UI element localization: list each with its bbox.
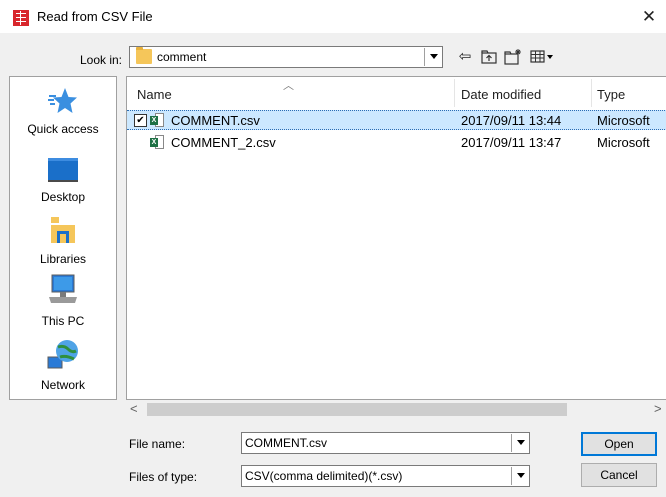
libraries-icon <box>51 217 75 243</box>
up-folder-icon[interactable] <box>478 46 500 68</box>
file-row[interactable]: ✔ X COMMENT.csv 2017/09/11 13:44 Microso… <box>127 110 666 130</box>
scroll-left-icon[interactable]: < <box>130 401 138 416</box>
network-icon <box>47 340 78 369</box>
file-row[interactable]: X COMMENT_2.csv 2017/09/11 13:47 Microso… <box>127 133 666 153</box>
title-bar: Read from CSV File ✕ <box>0 0 666 33</box>
place-label: Network <box>40 378 85 392</box>
file-type-label: Files of type: <box>129 470 198 484</box>
new-folder-icon[interactable] <box>502 46 524 68</box>
look-in-value: comment <box>157 50 207 64</box>
desktop-icon <box>48 158 78 182</box>
computer-icon <box>49 274 77 303</box>
file-name: COMMENT_2.csv <box>171 135 276 150</box>
place-network[interactable]: Network <box>10 337 116 392</box>
file-name: COMMENT.csv <box>171 113 260 128</box>
look-in-label: Look in: <box>79 53 122 67</box>
look-in-dropdown[interactable]: comment <box>129 46 443 68</box>
place-quick-access[interactable]: Quick access <box>10 87 116 136</box>
place-label: Libraries <box>39 252 87 266</box>
close-button[interactable]: ✕ <box>632 4 666 30</box>
checkbox[interactable]: ✔ <box>134 114 147 127</box>
file-type: Microsoft <box>597 113 650 128</box>
file-date: 2017/09/11 13:47 <box>461 135 562 150</box>
view-menu-icon[interactable] <box>528 46 556 68</box>
column-divider[interactable] <box>591 79 592 107</box>
horizontal-scrollbar[interactable]: < > <box>127 401 666 418</box>
sort-arrow-icon: ︿ <box>283 80 294 92</box>
app-icon <box>13 10 29 26</box>
column-header-type[interactable]: Type <box>597 87 625 102</box>
place-label: Quick access <box>27 122 99 136</box>
open-button[interactable]: Open <box>581 432 657 456</box>
file-date: 2017/09/11 13:44 <box>461 113 562 128</box>
column-divider[interactable] <box>454 79 455 107</box>
folder-icon <box>136 47 152 64</box>
star-icon <box>48 88 77 113</box>
file-name-field[interactable]: COMMENT.csv <box>241 432 530 454</box>
column-header-date[interactable]: Date modified <box>461 87 541 102</box>
chevron-down-icon[interactable] <box>511 434 529 452</box>
file-type: Microsoft <box>597 135 650 150</box>
chevron-down-icon[interactable] <box>424 48 442 66</box>
cancel-button[interactable]: Cancel <box>581 463 657 487</box>
place-label: Desktop <box>40 190 86 204</box>
file-type-value: CSV(comma delimited)(*.csv) <box>245 469 403 483</box>
file-name-value: COMMENT.csv <box>245 436 327 450</box>
place-desktop[interactable]: Desktop <box>10 157 116 204</box>
chevron-down-icon[interactable] <box>511 467 529 485</box>
file-list[interactable]: Name ︿ Date modified Type ✔ X COMMENT.cs… <box>126 76 666 400</box>
places-bar: Quick access Desktop Libraries This PC N… <box>9 76 117 400</box>
column-header-name[interactable]: Name <box>137 87 172 102</box>
window-title: Read from CSV File <box>37 9 153 24</box>
back-arrow-icon[interactable]: ⇦ <box>454 46 476 68</box>
csv-file-icon: X <box>150 113 164 128</box>
file-type-dropdown[interactable]: CSV(comma delimited)(*.csv) <box>241 465 530 487</box>
csv-file-icon: X <box>150 135 164 150</box>
file-name-label: File name: <box>129 437 186 451</box>
place-label: This PC <box>41 314 85 328</box>
place-this-pc[interactable]: This PC <box>10 273 116 328</box>
scroll-right-icon[interactable]: > <box>654 401 662 416</box>
scrollbar-thumb[interactable] <box>147 403 567 416</box>
place-libraries[interactable]: Libraries <box>10 215 116 266</box>
